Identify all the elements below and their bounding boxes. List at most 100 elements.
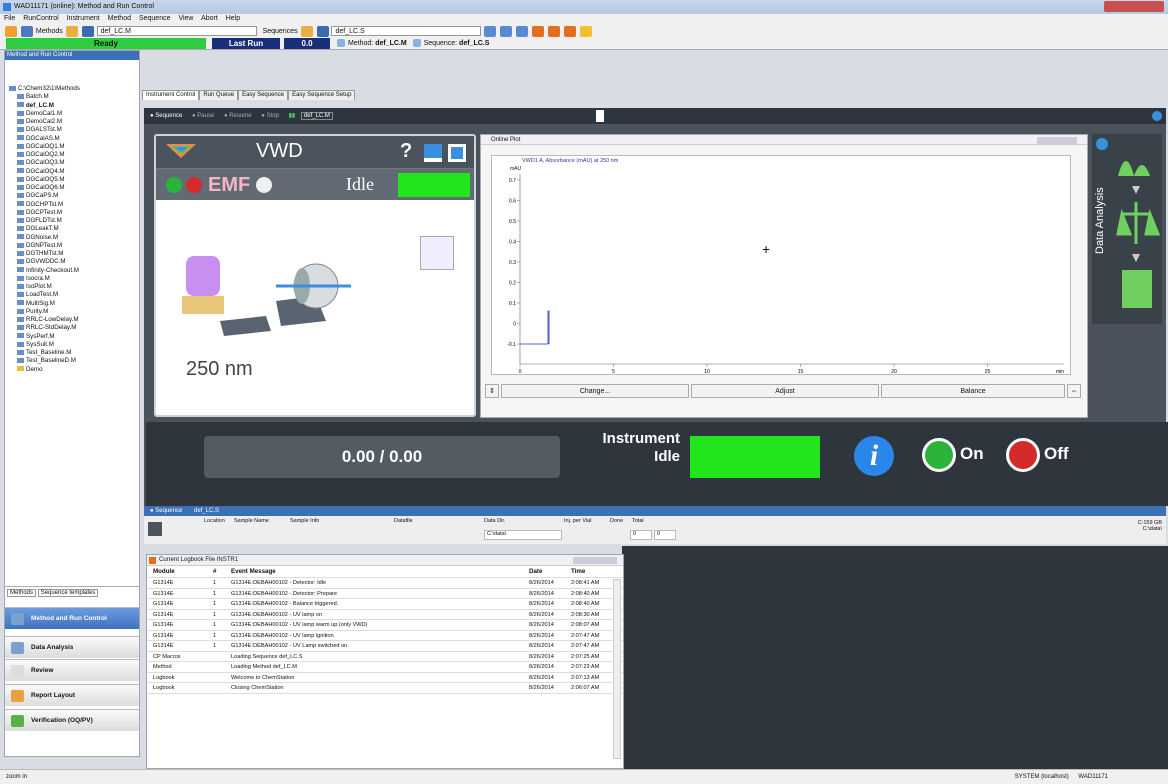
pause-button[interactable]: ● Pause xyxy=(192,113,214,119)
tree-item[interactable]: DGCalOQ6.M xyxy=(9,184,80,192)
log-row[interactable]: G1314E 1 G1314E:DEBAH00102 - UV lamp warm … xyxy=(147,620,623,631)
tree-item[interactable]: DGLeakT.M xyxy=(9,225,80,233)
tree-item[interactable]: Demo xyxy=(9,366,80,374)
nav-review[interactable]: Review xyxy=(5,659,139,681)
report-icon[interactable] xyxy=(548,25,561,37)
tree-item[interactable]: RRLC-LowDelay.M xyxy=(9,316,80,324)
maximize-icon[interactable] xyxy=(448,144,466,162)
tree-item[interactable]: Batch.M xyxy=(9,93,80,101)
tab-methods[interactable]: Methods xyxy=(7,589,37,597)
sequence-nav-icon[interactable] xyxy=(148,522,162,536)
log-row[interactable]: G1314E 1 G1314E:DEBAH00102 - Detector: Idl… xyxy=(147,578,623,589)
menu-view[interactable]: View xyxy=(178,15,193,22)
plot-zoom-icon[interactable]: ⇔ xyxy=(1067,384,1081,398)
log-row[interactable]: G1314E 1 G1314E:DEBAH00102 - UV Lamp switc… xyxy=(147,641,623,652)
data-analysis-icons[interactable] xyxy=(1116,144,1160,320)
tree-item[interactable]: Infinity-Checkout.M xyxy=(9,267,80,275)
log-row[interactable]: G1314E 1 G1314E:DEBAH00102 - Balance trigg… xyxy=(147,599,623,610)
menu-instrument[interactable]: Instrument xyxy=(67,15,100,22)
nav-data-analysis[interactable]: Data Analysis xyxy=(5,636,139,658)
tree-item[interactable]: DGCalOQ3.M xyxy=(9,159,80,167)
tree-item[interactable]: SysSuit.M xyxy=(9,341,80,349)
tree-item[interactable]: SysPerf.M xyxy=(9,333,80,341)
nav-method-run-control[interactable]: Method and Run Control xyxy=(5,607,139,629)
save-icon[interactable] xyxy=(20,25,33,37)
minimize-icon[interactable] xyxy=(424,144,442,162)
tree-item[interactable]: DGCalOQ4.M xyxy=(9,168,80,176)
tree-item[interactable]: DGALSTst.M xyxy=(9,126,80,134)
balance-button[interactable]: Balance xyxy=(881,384,1065,398)
tab-instrument-control[interactable]: Instrument Control xyxy=(142,90,200,100)
sequence-button[interactable]: ● Sequence xyxy=(150,113,182,119)
logbook-window-controls[interactable] xyxy=(573,557,617,564)
signal-plot-icon[interactable] xyxy=(420,236,454,270)
tree-item[interactable]: DemoCal2.M xyxy=(9,118,80,126)
tree-item[interactable]: DGCalAS.M xyxy=(9,135,80,143)
menu-abort[interactable]: Abort xyxy=(201,15,218,22)
menu-file[interactable]: File xyxy=(4,15,15,22)
stop-button[interactable]: ● Stop xyxy=(261,113,279,119)
vwd-help-button[interactable]: ? xyxy=(400,140,412,163)
tab-run-queue[interactable]: Run Queue xyxy=(199,90,239,100)
tree-item[interactable]: def_LC.M xyxy=(9,102,80,110)
seqbar-method[interactable]: def_LC.M xyxy=(300,112,333,120)
log-row[interactable]: G1314E 1 G1314E:DEBAH00102 - UV lamp ignit… xyxy=(147,631,623,641)
nav-report-layout[interactable]: Report Layout xyxy=(5,684,139,706)
view-icon[interactable] xyxy=(484,25,497,37)
grid-icon[interactable] xyxy=(516,25,529,37)
info-dot-icon[interactable] xyxy=(1152,111,1162,121)
expand-icon[interactable] xyxy=(1096,138,1108,150)
vwd-on-icon[interactable] xyxy=(166,177,182,193)
save-method-icon[interactable] xyxy=(81,25,94,37)
tree-item[interactable]: DGCHPTst.M xyxy=(9,201,80,209)
log-row[interactable]: Logbook Closing ChemStation 8/26/2014 2:06:… xyxy=(147,683,623,694)
menu-runcontrol[interactable]: RunControl xyxy=(23,15,58,22)
plot-scroll-icon[interactable]: ⇕ xyxy=(485,384,499,398)
resume-button[interactable]: ● Resume xyxy=(224,113,252,119)
vwd-off-icon[interactable] xyxy=(186,177,202,193)
on-label[interactable]: On xyxy=(960,444,984,464)
tree-item[interactable]: RRLC-StdDelay.M xyxy=(9,324,80,332)
menu-sequence[interactable]: Sequence xyxy=(139,15,171,22)
tree-item[interactable]: IsoPlot.M xyxy=(9,283,80,291)
off-label[interactable]: Off xyxy=(1044,444,1069,464)
tree-item[interactable]: DemoCal1.M xyxy=(9,110,80,118)
instrument-icon[interactable] xyxy=(5,25,17,37)
tree-item[interactable]: MultiSig.M xyxy=(9,300,80,308)
log-row[interactable]: Method Loading Method def_LC.M 8/26/2014 2:… xyxy=(147,662,623,673)
hand-icon[interactable] xyxy=(580,25,593,37)
on-icon[interactable] xyxy=(922,438,956,472)
tab-easy-sequence[interactable]: Easy Sequence xyxy=(238,90,289,100)
tree-root[interactable]: C:\Chem32\1\Methods xyxy=(9,85,80,93)
data-dir-value[interactable]: C:\data\ xyxy=(484,530,562,540)
tree-item[interactable]: DGNoise.M xyxy=(9,234,80,242)
print-icon[interactable] xyxy=(564,25,577,37)
tree-item[interactable]: DGNPTest.M xyxy=(9,242,80,250)
tree-item[interactable]: DGCaPS.M xyxy=(9,192,80,200)
open-method-icon[interactable] xyxy=(65,25,78,37)
window-controls[interactable] xyxy=(1104,1,1164,12)
layout-icon[interactable] xyxy=(500,25,513,37)
tree-item[interactable]: Test_Baseline.M xyxy=(9,349,80,357)
log-row[interactable]: G1314E 1 G1314E:DEBAH00102 - UV lamp on 8/2… xyxy=(147,610,623,620)
logbook-scrollbar[interactable] xyxy=(613,579,621,759)
tree-item[interactable]: DGCPTest.M xyxy=(9,209,80,217)
tab-easy-sequence-setup[interactable]: Easy Sequence Setup xyxy=(288,90,356,100)
tree-item[interactable]: DGCalOQ2.M xyxy=(9,151,80,159)
open-sequence-icon[interactable] xyxy=(300,25,313,37)
log-row[interactable]: Logbook Welcome to ChemStation 8/26/2014 2:… xyxy=(147,673,623,683)
save-sequence-icon[interactable] xyxy=(316,25,329,37)
method-spinner[interactable] xyxy=(596,110,604,122)
menu-help[interactable]: Help xyxy=(226,15,240,22)
off-icon[interactable] xyxy=(1006,438,1040,472)
tree-item[interactable]: LoadTest.M xyxy=(9,291,80,299)
nav-verification[interactable]: Verification (OQ/PV) xyxy=(5,709,139,731)
tree-item[interactable]: DGVWDDC.M xyxy=(9,258,80,266)
tree-item[interactable]: Test_BaselineD.M xyxy=(9,357,80,365)
tree-item[interactable]: DGCalOQ1.M xyxy=(9,143,80,151)
tree-item[interactable]: DGCalOQ5.M xyxy=(9,176,80,184)
tree-item[interactable]: DGFLDTst.M xyxy=(9,217,80,225)
tree-item[interactable]: DGTHMTst.M xyxy=(9,250,80,258)
adjust-button[interactable]: Adjust xyxy=(691,384,879,398)
menu-method[interactable]: Method xyxy=(108,15,131,22)
